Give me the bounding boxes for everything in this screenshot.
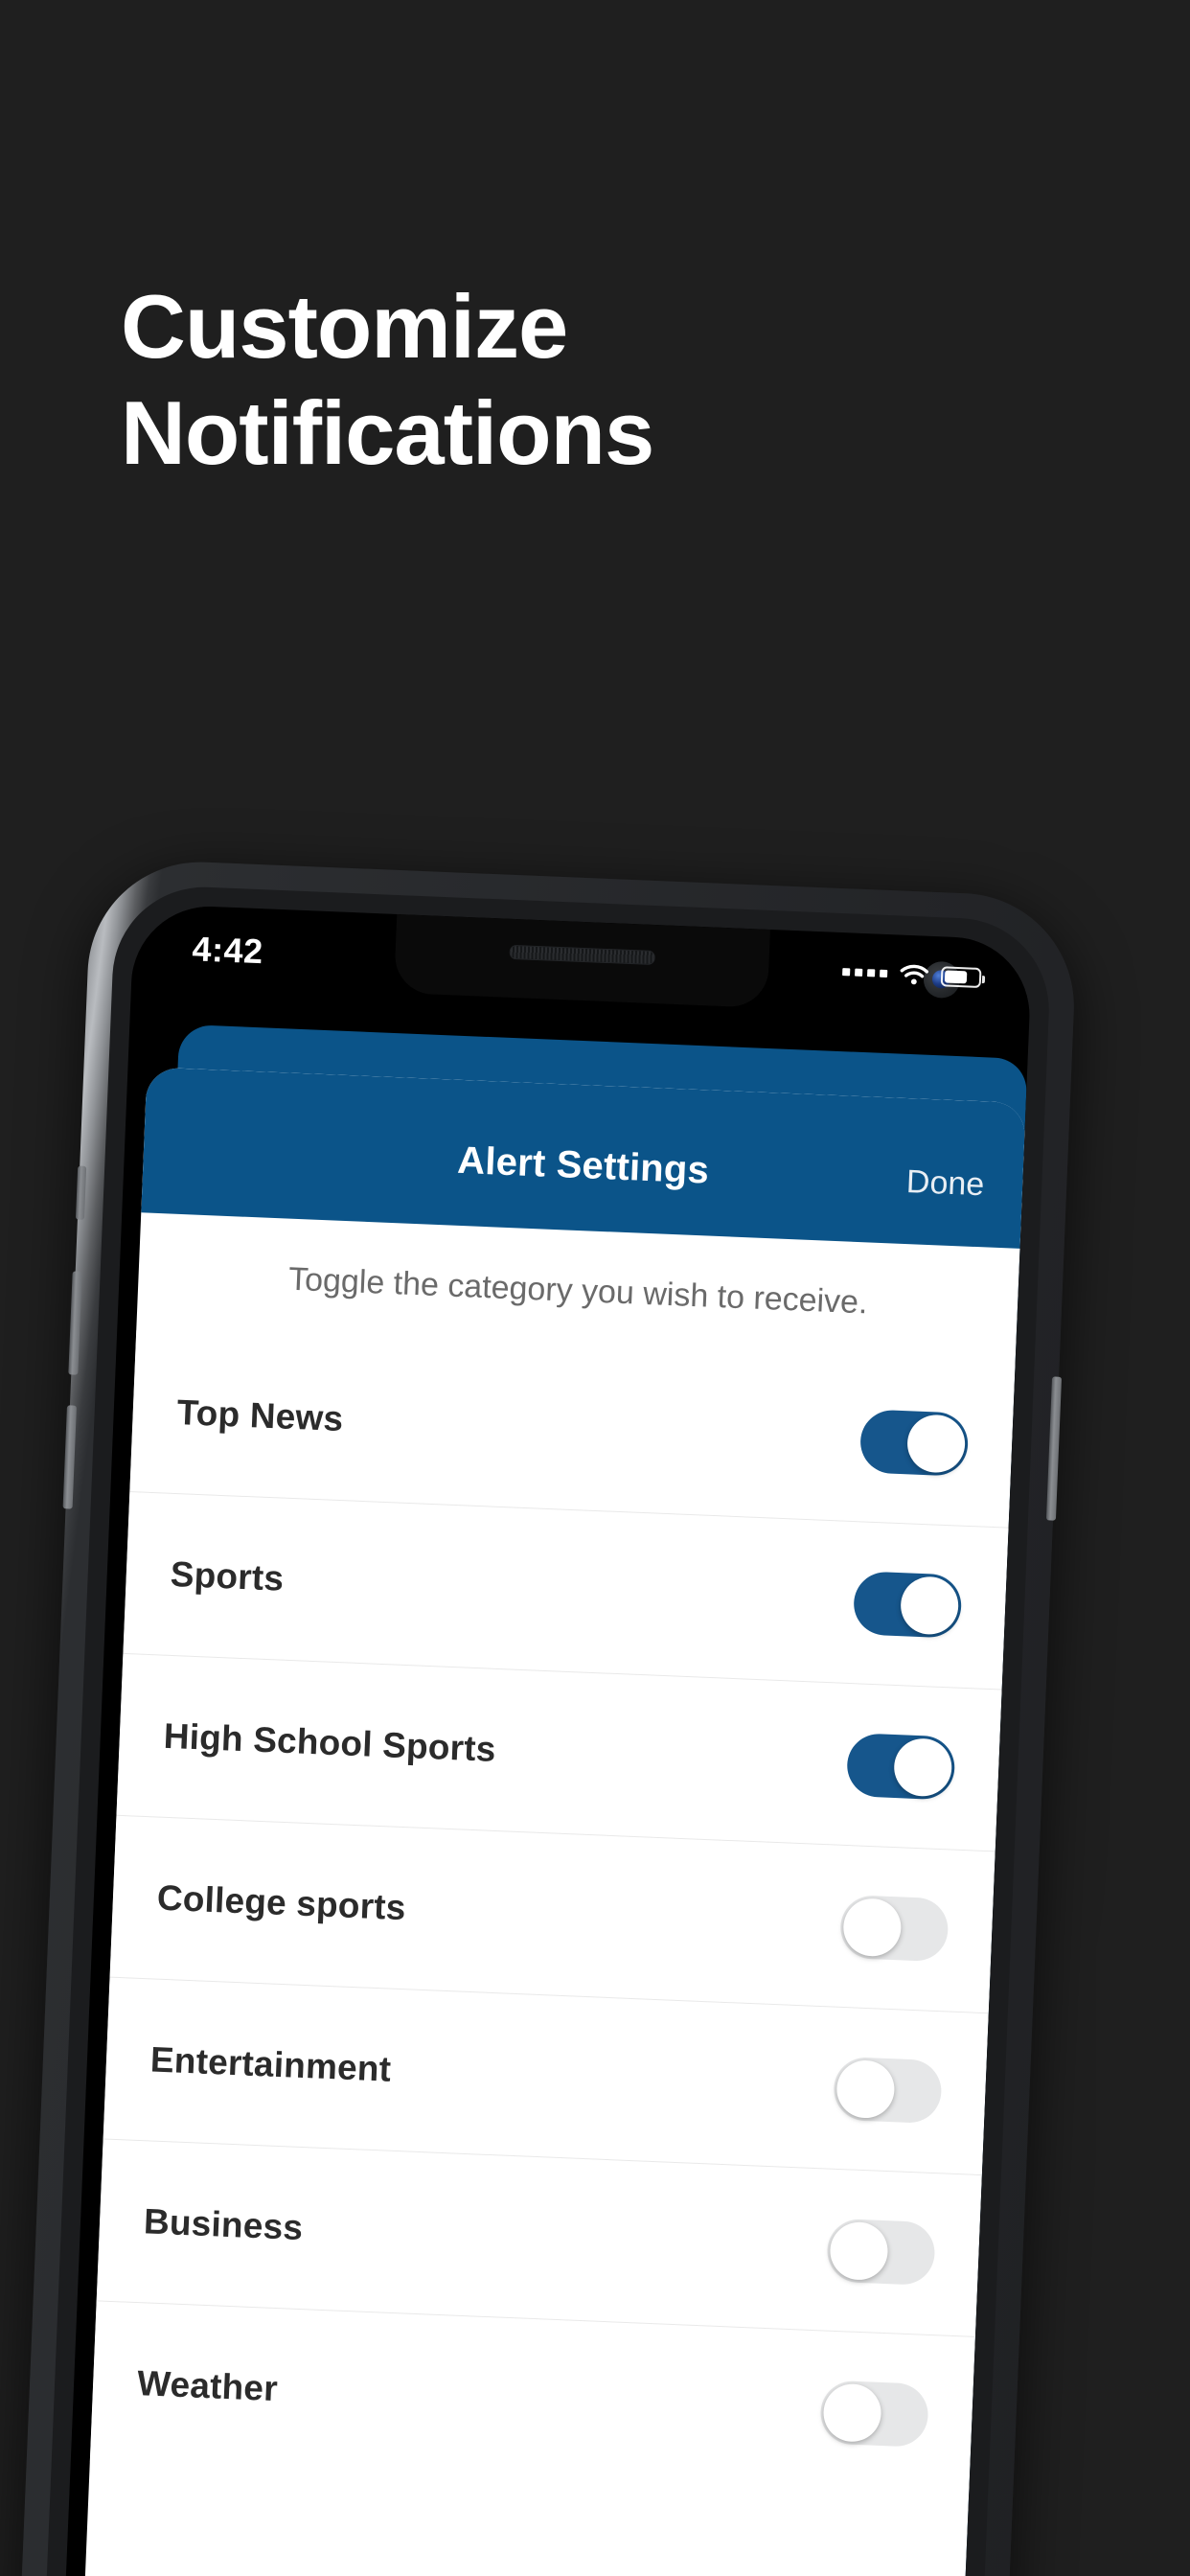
category-toggle[interactable]	[852, 1571, 963, 1639]
battery-icon	[940, 965, 986, 988]
category-toggle[interactable]	[819, 2380, 929, 2448]
category-label: College sports	[156, 1877, 407, 1928]
category-label: High School Sports	[163, 1715, 497, 1769]
alert-category-list: Top News Sports High School Sports Colle…	[89, 1330, 1016, 2498]
phone-screen-area: 4:42 Alert Settings Done Toggle the cate…	[61, 903, 1033, 2576]
toggle-knob	[829, 2220, 889, 2282]
status-bar-time: 4:42	[191, 929, 264, 972]
category-toggle[interactable]	[839, 1894, 950, 1963]
category-label: Top News	[175, 1392, 345, 1439]
category-toggle[interactable]	[833, 2056, 943, 2125]
list-item[interactable]: Weather	[89, 2300, 975, 2498]
wifi-icon	[900, 964, 929, 986]
category-label: Sports	[170, 1553, 285, 1598]
toggle-knob	[822, 2382, 882, 2443]
display-notch	[393, 913, 770, 1008]
status-bar-indicators	[842, 961, 986, 988]
device-screen: 4:42 Alert Settings Done Toggle the cate…	[61, 903, 1033, 2576]
alert-settings-modal: Alert Settings Done Toggle the category …	[80, 1067, 1026, 2576]
toggle-knob	[835, 2058, 896, 2120]
promo-screenshot: Customize Notifications 4:42 Alert Setti…	[0, 0, 1190, 2576]
done-button[interactable]: Done	[905, 1163, 985, 1204]
promo-headline-line-1: Customize	[121, 276, 568, 377]
toggle-knob	[842, 1897, 903, 1958]
page-title: Alert Settings	[456, 1138, 710, 1192]
category-toggle[interactable]	[845, 1733, 956, 1801]
category-label: Weather	[136, 2363, 279, 2409]
toggle-knob	[893, 1737, 953, 1798]
phone-mockup: 4:42 Alert Settings Done Toggle the cate…	[17, 857, 1079, 2576]
signal-dots-icon	[842, 968, 888, 978]
category-label: Business	[143, 2201, 304, 2248]
category-toggle[interactable]	[826, 2218, 936, 2287]
category-label: Entertainment	[149, 2039, 393, 2089]
toggle-knob	[899, 1576, 960, 1636]
promo-headline: Customize Notifications	[121, 274, 983, 487]
promo-headline-line-2: Notifications	[121, 381, 654, 483]
category-toggle[interactable]	[858, 1409, 970, 1477]
earpiece-speaker-icon	[509, 944, 655, 966]
toggle-knob	[905, 1414, 967, 1474]
